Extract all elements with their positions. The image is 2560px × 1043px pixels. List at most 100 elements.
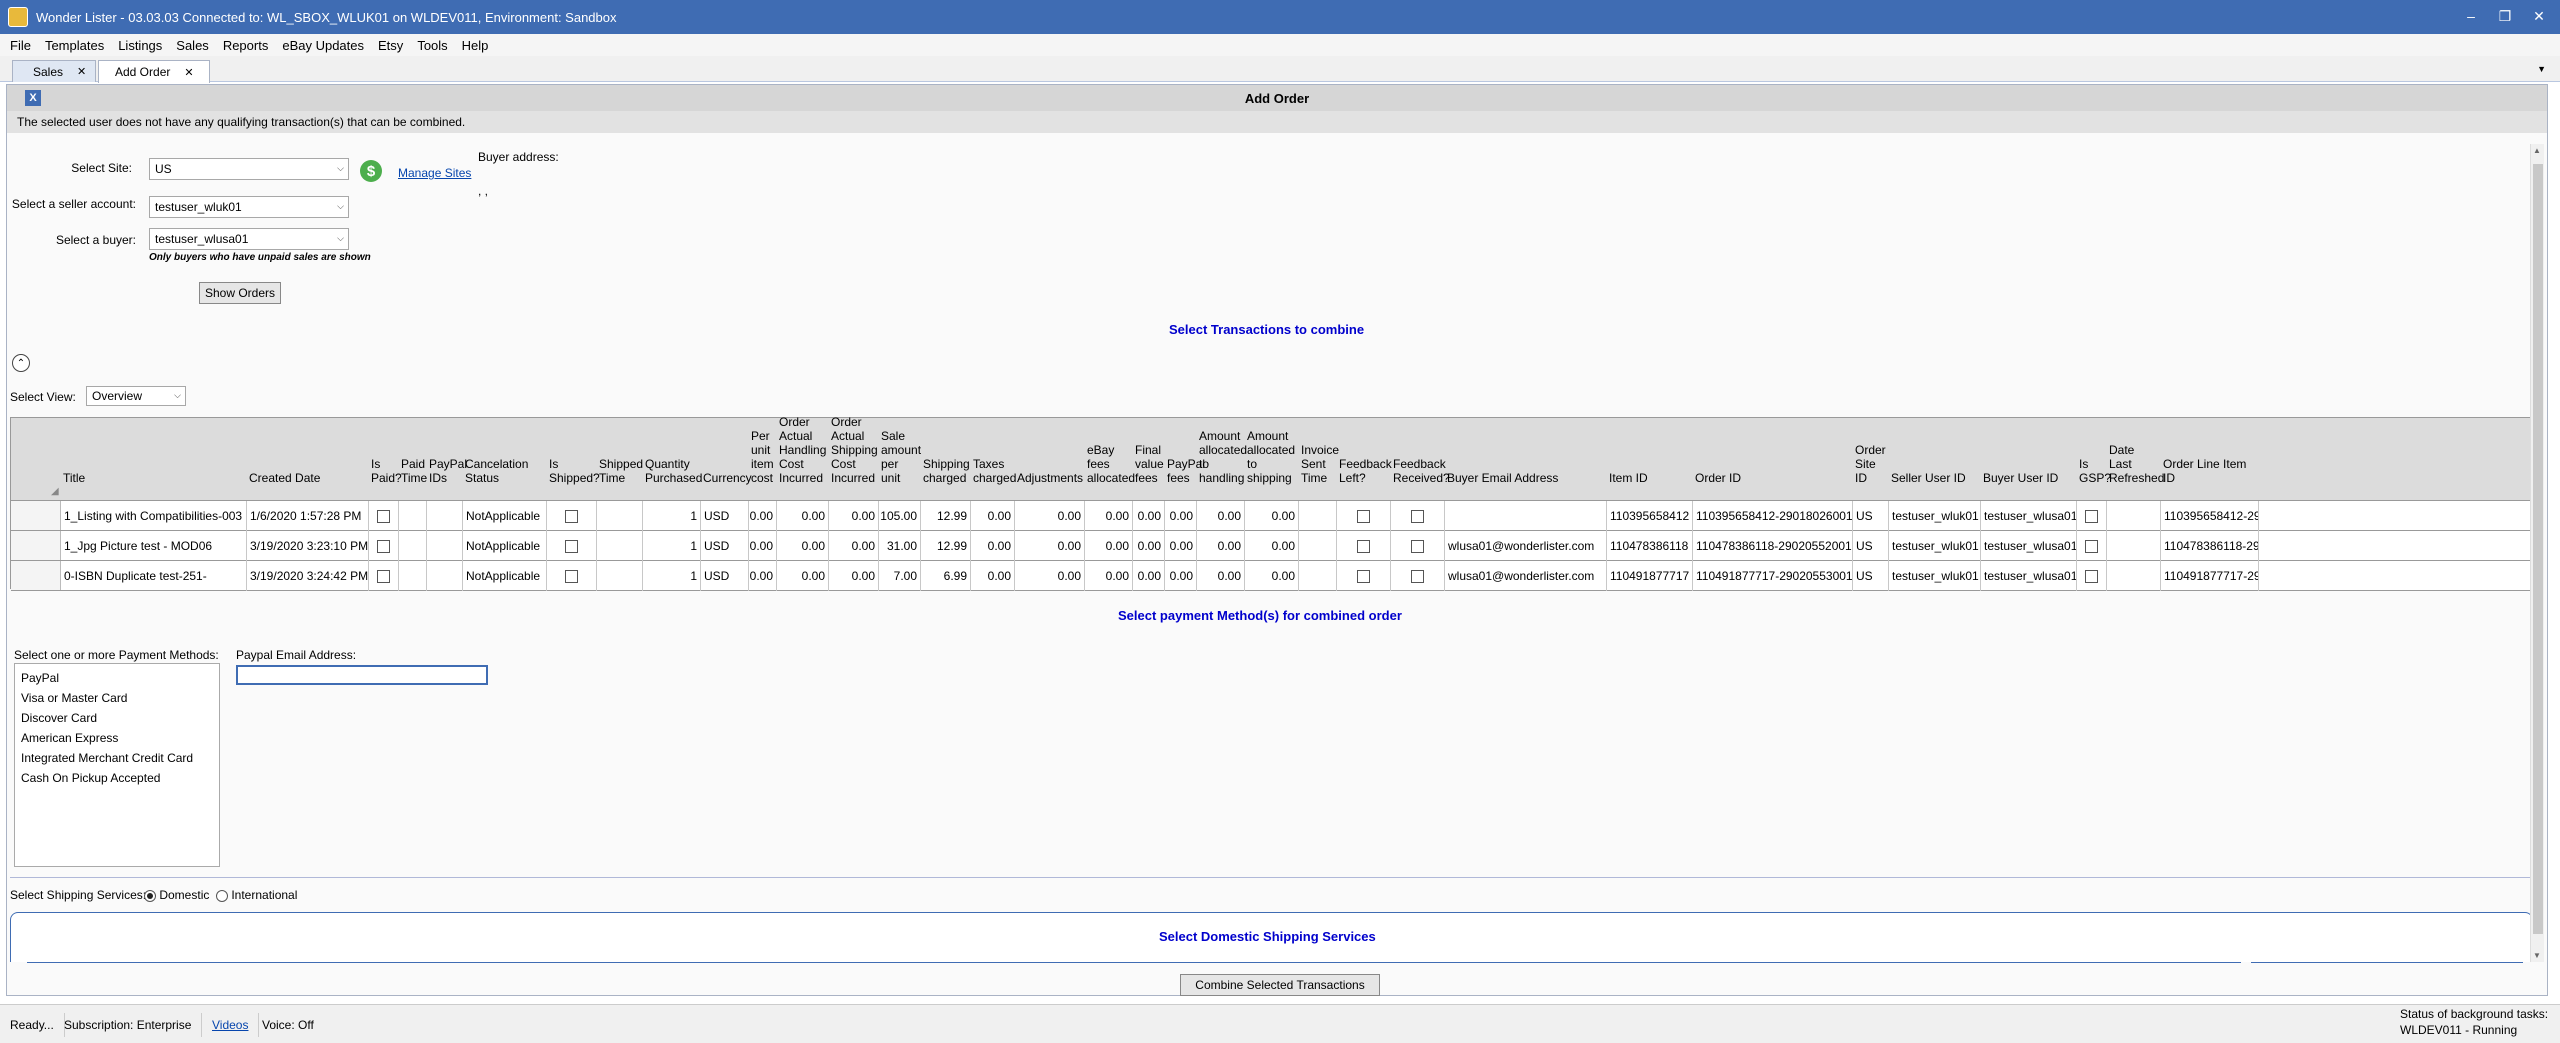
cell-paypal-ids (427, 561, 463, 591)
table-row[interactable]: 1_Jpg Picture test - MOD06 3/19/2020 3:23… (11, 531, 2532, 561)
menu-help[interactable]: Help (462, 38, 489, 53)
col-header-unit-cost[interactable]: Per unit item cost (749, 418, 777, 501)
menu-tools[interactable]: Tools (417, 38, 447, 53)
menu-sales[interactable]: Sales (176, 38, 209, 53)
checkbox[interactable] (2085, 509, 2098, 523)
col-header-alloc-handling[interactable]: Amount allocated to handling (1197, 418, 1247, 501)
scroll-down-icon[interactable]: ▼ (2533, 951, 2541, 960)
menu-etsy[interactable]: Etsy (378, 38, 403, 53)
videos-link[interactable]: Videos (208, 1013, 260, 1037)
manage-sites-icon[interactable]: $ (360, 160, 382, 182)
tab-list-dropdown-icon[interactable]: ▼ (2537, 64, 2546, 74)
payment-methods-list[interactable]: PayPal Visa or Master Card Discover Card Am… (14, 663, 220, 867)
col-header-currency[interactable]: Currency (701, 418, 752, 501)
manage-sites-link[interactable]: Manage Sites (398, 166, 471, 180)
buyer-select[interactable]: testuser_wlusa01 ⌵ (149, 228, 349, 250)
checkbox[interactable] (565, 539, 578, 553)
col-header-is-paid[interactable]: Is Paid? (369, 418, 402, 501)
col-header-sale-amount[interactable]: Sale amount per unit (879, 418, 921, 501)
col-header-title[interactable]: Title (61, 418, 247, 501)
col-header-paypal-ids[interactable]: PayPal IDs (427, 418, 467, 501)
checkbox[interactable] (1411, 509, 1424, 523)
combine-transactions-button[interactable]: Combine Selected Transactions (1180, 974, 1380, 996)
row-selector[interactable] (11, 561, 61, 590)
col-header-ebay-fees[interactable]: eBay fees allocated (1085, 418, 1135, 501)
checkbox[interactable] (1411, 569, 1424, 583)
seller-select[interactable]: testuser_wluk01 ⌵ (149, 196, 349, 218)
menu-listings[interactable]: Listings (118, 38, 162, 53)
view-select[interactable]: Overview ⌵ (86, 386, 186, 406)
col-header-feedback-received[interactable]: Feedback Received? (1391, 418, 1450, 501)
row-selector[interactable] (11, 531, 61, 560)
checkbox[interactable] (377, 569, 390, 583)
col-header-shipping-charged[interactable]: Shipping charged (921, 418, 971, 501)
col-header-item-id[interactable]: Item ID (1607, 418, 1693, 501)
col-header-handling-cost[interactable]: Order Actual Handling Cost Incurred (777, 415, 829, 501)
col-header-final-value-fees[interactable]: Final value fees (1133, 418, 1165, 501)
col-header-feedback-left[interactable]: Feedback Left? (1337, 418, 1392, 501)
row-selector[interactable] (11, 501, 61, 530)
col-header-cancel-status[interactable]: Cancelation Status (463, 418, 547, 501)
col-header-invoice-sent[interactable]: Invoice Sent Time (1299, 418, 1339, 501)
col-header-paypal-fees[interactable]: PayPal fees (1165, 418, 1205, 501)
col-header-shipping-cost[interactable]: Order Actual Shipping Cost Incurred (829, 415, 879, 501)
col-header-shipped-time[interactable]: Shipped Time (597, 418, 643, 501)
checkbox[interactable] (2085, 539, 2098, 553)
col-header-paid-time[interactable]: Paid Time (399, 418, 427, 501)
show-orders-button[interactable]: Show Orders (199, 282, 281, 304)
table-row[interactable]: 0-ISBN Duplicate test-251- 3/19/2020 3:24… (11, 561, 2532, 591)
menu-templates[interactable]: Templates (45, 38, 104, 53)
menu-reports[interactable]: Reports (223, 38, 269, 53)
minimize-icon[interactable]: – (2456, 4, 2486, 28)
col-header-is-shipped[interactable]: Is Shipped? (547, 418, 600, 501)
checkbox[interactable] (565, 569, 578, 583)
payment-method-item[interactable]: American Express (21, 728, 213, 748)
checkbox[interactable] (565, 509, 578, 523)
col-header-taxes[interactable]: Taxes charged (971, 418, 1016, 501)
table-row[interactable]: 1_Listing with Compatibilities-003 1/6/20… (11, 501, 2532, 531)
scroll-up-icon[interactable]: ▲ (2533, 146, 2541, 155)
col-header-alloc-shipping[interactable]: Amount allocated to shipping (1245, 418, 1299, 501)
panel-close-button[interactable]: X (25, 90, 41, 106)
checkbox[interactable] (1357, 569, 1370, 583)
restore-icon[interactable]: ❐ (2490, 4, 2520, 28)
col-header-order-line-item-id[interactable]: Order Line Item ID (2161, 418, 2259, 501)
scrollbar-thumb[interactable] (2533, 164, 2543, 934)
col-header-is-gsp[interactable]: Is GSP? (2077, 418, 2111, 501)
col-header-created-date[interactable]: Created Date (247, 418, 369, 501)
paypal-email-input[interactable] (236, 665, 488, 685)
international-radio[interactable]: International (216, 888, 297, 902)
checkbox[interactable] (1357, 539, 1370, 553)
tab-add-order[interactable]: Add Order ✕ (98, 60, 210, 83)
site-select[interactable]: US ⌵ (149, 158, 349, 180)
panel-scrollbar[interactable]: ▲ ▼ (2530, 144, 2544, 962)
tab-close-icon[interactable]: ✕ (184, 66, 193, 79)
payment-method-item[interactable]: PayPal (21, 668, 213, 688)
menu-file[interactable]: File (10, 38, 31, 53)
col-header-order-site-id[interactable]: Order Site ID (1853, 418, 1889, 501)
collapse-icon[interactable]: ⌃ (12, 354, 30, 372)
payment-method-item[interactable]: Discover Card (21, 708, 213, 728)
payment-method-item[interactable]: Cash On Pickup Accepted (21, 768, 213, 788)
domestic-radio[interactable]: Domestic (144, 888, 209, 902)
col-header-buyer-email[interactable]: Buyer Email Address (1445, 418, 1607, 501)
col-header-buyer-user-id[interactable]: Buyer User ID (1981, 418, 2077, 501)
payment-method-item[interactable]: Visa or Master Card (21, 688, 213, 708)
col-header-date-refreshed[interactable]: Date Last Refreshed (2107, 418, 2164, 501)
tab-close-icon[interactable]: ✕ (77, 65, 86, 78)
cell-is-gsp (2077, 501, 2107, 531)
cell-paid-time (399, 501, 427, 531)
checkbox[interactable] (1357, 509, 1370, 523)
menu-ebay-updates[interactable]: eBay Updates (282, 38, 364, 53)
checkbox[interactable] (377, 539, 390, 553)
col-header-quantity[interactable]: Quantity Purchased (643, 418, 702, 501)
checkbox[interactable] (1411, 539, 1424, 553)
checkbox[interactable] (2085, 569, 2098, 583)
col-header-adjustments[interactable]: Adjustments (1015, 418, 1085, 501)
checkbox[interactable] (377, 509, 390, 523)
close-window-icon[interactable]: ✕ (2524, 4, 2554, 28)
tab-sales[interactable]: Sales ✕ (12, 60, 96, 82)
payment-method-item[interactable]: Integrated Merchant Credit Card (21, 748, 213, 768)
col-header-seller-user-id[interactable]: Seller User ID (1889, 418, 1981, 501)
col-header-order-id[interactable]: Order ID (1693, 418, 1853, 501)
